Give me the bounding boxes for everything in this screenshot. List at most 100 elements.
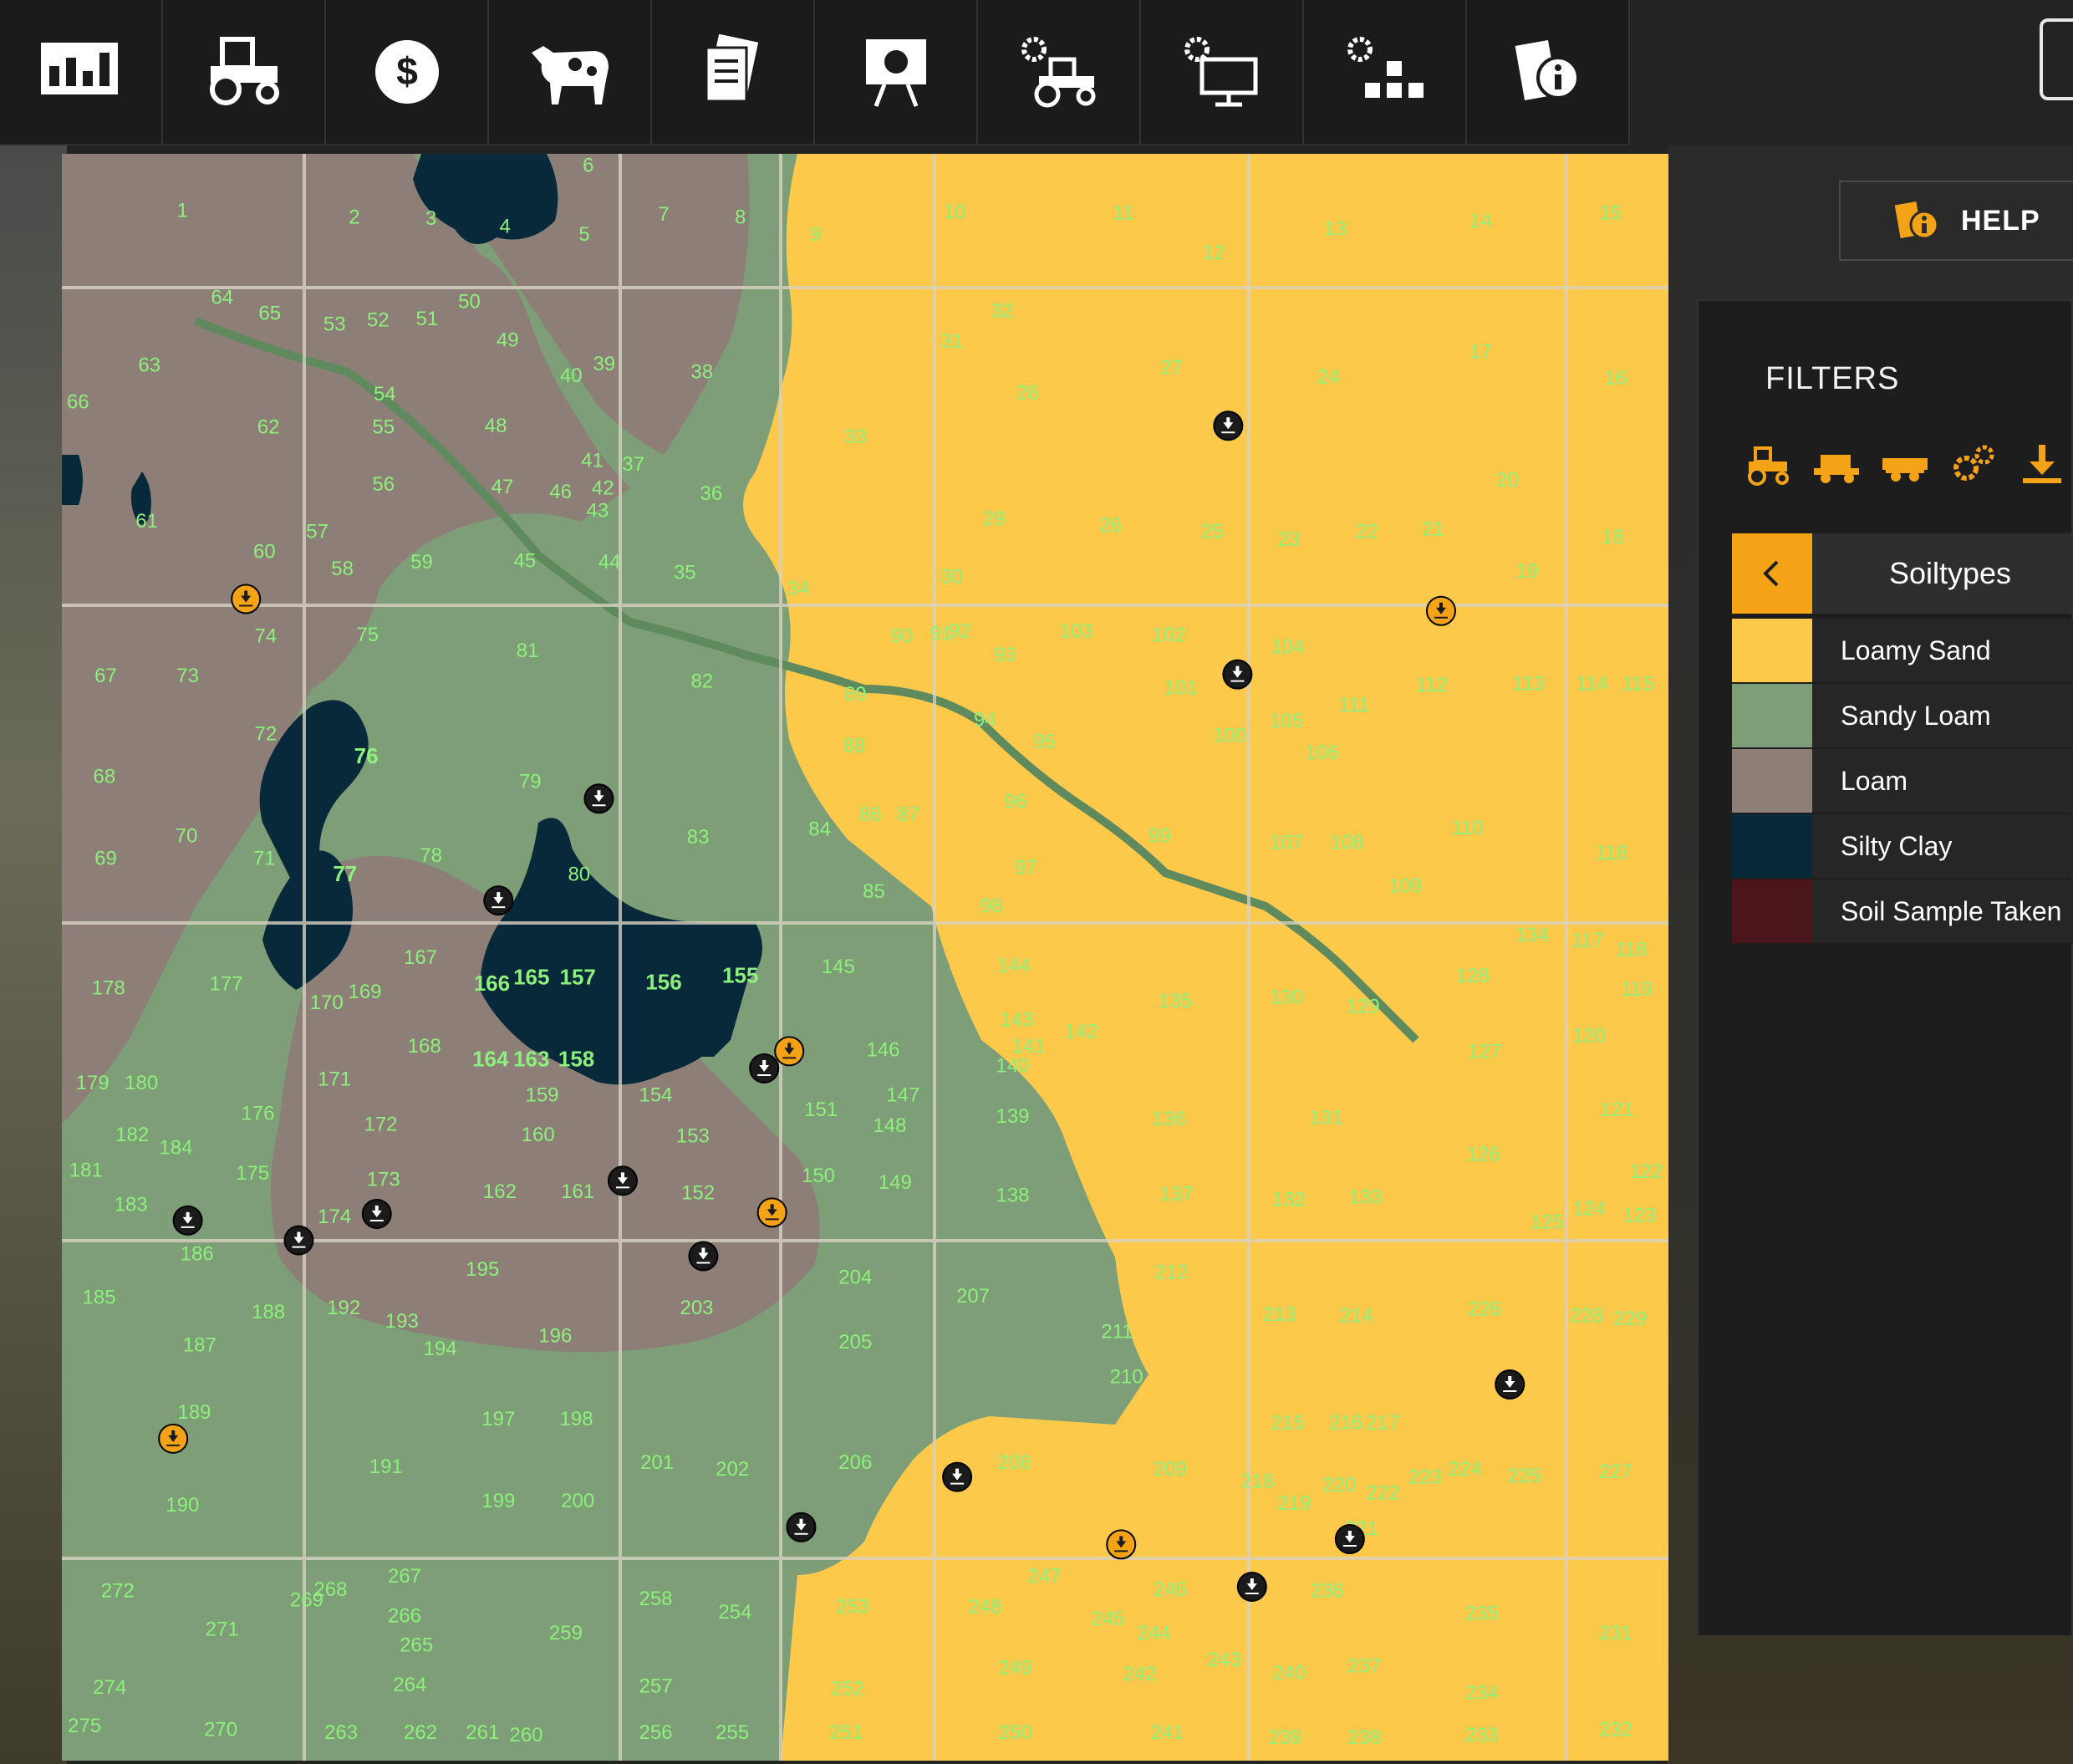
unload-point-marker[interactable] [283,1225,314,1256]
unload-point-marker[interactable] [1236,1571,1267,1602]
unload-point-marker[interactable] [749,1053,780,1083]
field-label: 227 [1599,1461,1632,1483]
field-label: 24 [1317,366,1340,389]
tab-general-settings[interactable] [1141,0,1304,144]
field-label: 141 [1011,1035,1045,1058]
tractor-filter-icon[interactable] [1744,443,1792,487]
unload-point-marker[interactable] [231,584,262,614]
unload-point-marker[interactable] [786,1512,817,1542]
field-label: 216 [1329,1412,1362,1435]
field-label: 133 [1349,1185,1383,1208]
tab-tour[interactable] [815,0,978,144]
unload-point-marker[interactable] [688,1241,719,1272]
unload-point-marker[interactable] [483,885,514,916]
presentation-icon [865,39,926,107]
field-label: 105 [1270,710,1303,732]
field-label: 3 [425,207,436,230]
unload-point-marker[interactable] [607,1165,638,1196]
tab-animals[interactable] [489,0,652,144]
field-label: 158 [558,1046,594,1071]
unload-point-marker[interactable] [583,783,614,814]
field-label: 110 [1451,817,1483,839]
field-label: 85 [863,880,885,903]
field-label: 186 [181,1242,214,1265]
field-label: 129 [1347,996,1380,1018]
tab-finances[interactable]: $ [326,0,489,144]
field-label: 33 [844,426,867,448]
field-label: 256 [639,1721,672,1744]
help-button[interactable]: HELP [1839,181,2073,261]
unload-filter-icon[interactable] [2018,443,2066,487]
field-label: 103 [1059,619,1093,642]
unload-point-marker[interactable] [774,1036,805,1067]
unload-point-marker[interactable] [1213,410,1244,441]
field-label: 67 [94,665,117,687]
soiltypes-title: Soiltypes [1888,556,2012,590]
field-label: 72 [255,723,278,746]
legend-swatch [1732,749,1812,813]
soiltypes-back-button[interactable] [1732,533,1812,614]
field-label: 241 [1151,1721,1184,1744]
unload-point-marker[interactable] [361,1198,392,1229]
unload-point-marker[interactable] [1495,1369,1525,1399]
field-label: 233 [1465,1724,1499,1746]
trailer-filter-icon[interactable] [1881,443,1929,487]
unload-point-marker[interactable] [1106,1529,1137,1560]
field-label: 145 [822,956,855,978]
field-label: 14 [1469,210,1492,232]
gears-filter-icon[interactable] [1949,443,1998,487]
tab-help-info[interactable] [1467,0,1630,144]
field-label: 220 [1322,1474,1356,1496]
field-label: 134 [1515,924,1549,946]
field-label: 167 [404,946,437,969]
field-label: 242 [1123,1663,1156,1685]
unload-point-marker[interactable] [942,1461,973,1492]
stats-icon [40,43,118,94]
field-label: 130 [1270,986,1303,1008]
tab-production-settings[interactable] [1304,0,1467,144]
field-label: 49 [497,329,519,351]
tab-vehicle-settings[interactable] [978,0,1141,144]
unload-point-marker[interactable] [158,1423,189,1454]
field-label: 59 [410,551,433,574]
tab-statistics[interactable] [0,0,163,144]
field-label: 8 [735,206,746,228]
field-label: 84 [808,818,831,841]
unload-point-marker[interactable] [172,1205,203,1236]
field-label: 147 [886,1084,919,1107]
field-label: 228 [1570,1305,1603,1328]
unload-point-marker[interactable] [1334,1524,1365,1555]
field-label: 274 [93,1676,126,1699]
field-label: 253 [836,1596,869,1619]
field-label: 210 [1110,1365,1143,1388]
field-label: 217 [1366,1412,1399,1435]
soil-map-canvas[interactable]: 1 2 3 4 567 8910 111213 14 151617181920212223242… [62,154,1668,1761]
field-label: 177 [209,973,242,996]
field-label: 116 [1596,842,1627,864]
tab-contracts[interactable] [652,0,815,144]
field-label: 39 [593,353,615,375]
field-label: 196 [538,1324,572,1347]
field-label: 234 [1465,1681,1499,1704]
harvester-filter-icon[interactable] [1812,443,1861,487]
field-label: 76 [354,743,379,768]
soil-map[interactable]: 1 2 3 4 5 6 7 8 9 10 11 12 13 14 15 16 17 18 19 20 21 22 23 24 2… [62,154,1668,1761]
tab-vehicles[interactable] [163,0,326,144]
field-label: 115 [1622,673,1653,696]
field-label: 109 [1388,875,1422,898]
field-label: 155 [722,963,758,988]
field-label: 239 [1268,1726,1301,1749]
field-label: 251 [829,1721,863,1744]
field-label: 191 [369,1456,403,1478]
field-label: 97 [1015,856,1037,879]
field-label: 132 [1272,1188,1306,1211]
field-label: 161 [561,1180,594,1203]
unload-point-marker[interactable] [1425,595,1456,626]
unload-point-marker[interactable] [756,1197,787,1228]
unload-point-marker[interactable] [1222,659,1253,690]
field-label: 40 [560,365,583,387]
field-label: 30 [940,566,963,589]
field-label: 25 [1201,521,1224,543]
field-label: 235 [1465,1603,1499,1625]
field-label: 222 [1366,1482,1399,1505]
